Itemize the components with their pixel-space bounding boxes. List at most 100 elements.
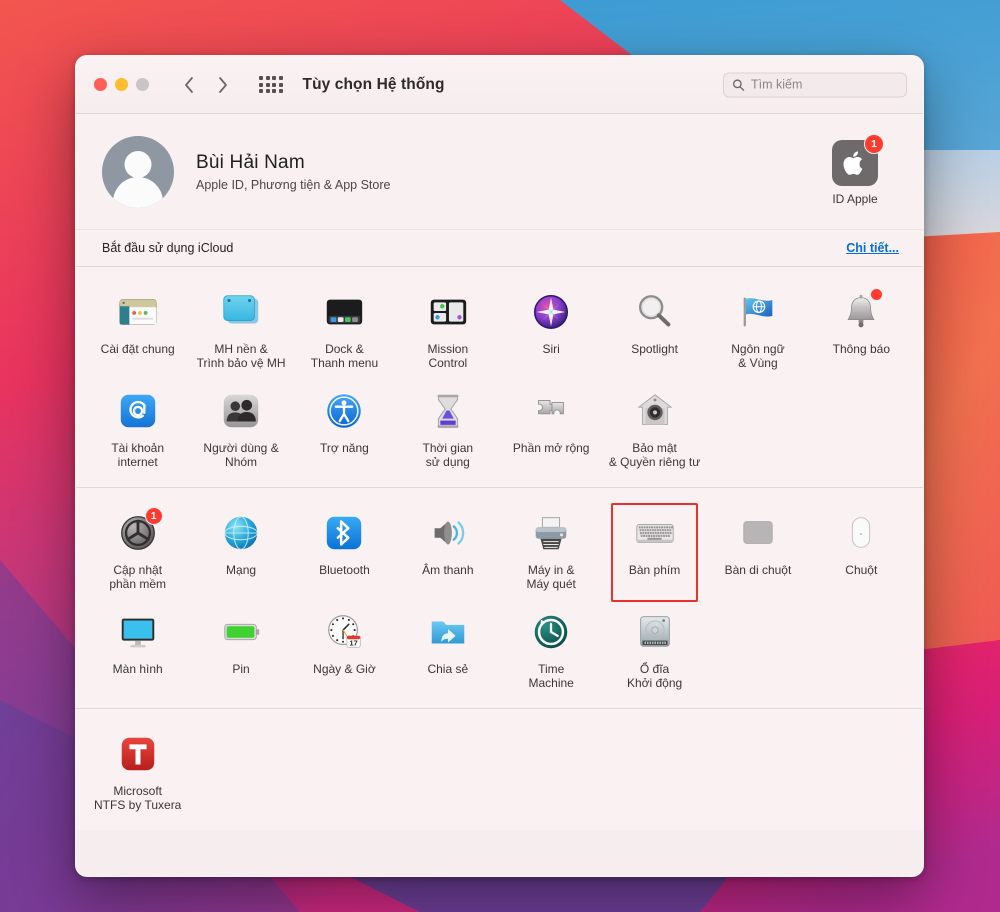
preferences-grid-hardware: 1 Cập nhật phần mềm Mạng Bluetooth Âm thanh M… [86, 502, 913, 700]
notifications-bell-icon [838, 288, 884, 335]
mission-control-icon [425, 289, 471, 335]
pref-item-tuxera-ntfs[interactable]: Microsoft NTFS by Tuxera [86, 723, 189, 822]
pref-item-label: Âm thanh [422, 563, 474, 577]
pref-item-users-groups[interactable]: Người dùng & Nhóm [189, 380, 292, 479]
pref-item-dock-menubar[interactable]: Dock & Thanh menu [293, 281, 396, 380]
pref-item-time-machine[interactable]: Time Machine [500, 601, 603, 700]
grid-cell [265, 82, 270, 87]
grid-cell [272, 76, 276, 80]
pref-item-startup-disk[interactable]: Ổ đĩa Khởi động [603, 601, 706, 700]
pref-item-extensions-puzzle[interactable]: Phần mở rộng [500, 380, 603, 479]
screen-time-icon [425, 388, 471, 434]
startup-disk-icon [632, 609, 678, 655]
pref-item-software-update[interactable]: 1 Cập nhật phần mềm [86, 502, 189, 601]
pref-item-general[interactable]: Cài đặt chung [86, 281, 189, 380]
pref-item-label: Cập nhật phần mềm [109, 563, 167, 591]
sharing-folder-icon [425, 609, 471, 655]
section-third-party: Microsoft NTFS by Tuxera [76, 708, 923, 830]
pref-item-siri[interactable]: Siri [500, 281, 603, 380]
avatar-body [113, 176, 163, 208]
search-field[interactable]: Tìm kiếm [723, 72, 907, 97]
navigation-arrows [183, 76, 229, 94]
pref-item-printers-scanners[interactable]: Máy in & Máy quét [500, 502, 603, 601]
window-titlebar: Tùy chọn Hệ thống Tìm kiếm [76, 56, 923, 114]
battery-icon [218, 609, 264, 655]
siri-icon [528, 289, 574, 335]
accessibility-icon [321, 388, 367, 434]
grid-cell [278, 82, 283, 87]
pref-item-label: Bàn di chuột [724, 563, 792, 577]
grid-cell [265, 76, 270, 80]
search-icon [732, 78, 745, 91]
security-privacy-icon [632, 388, 678, 434]
pref-item-notifications-bell[interactable]: Thông báo [810, 281, 913, 380]
displays-icon [115, 609, 161, 655]
pref-item-label: Ngày & Giờ [313, 662, 376, 676]
pref-item-network-globe[interactable]: Mạng [189, 502, 292, 601]
traffic-lights [94, 78, 149, 91]
pref-item-mouse[interactable]: Chuột [810, 502, 913, 601]
icloud-details-link[interactable]: Chi tiết... [846, 241, 899, 255]
pref-item-desktop-screensaver[interactable]: MH nền & Trình bảo vệ MH [189, 281, 292, 380]
pref-item-bluetooth[interactable]: Bluetooth [293, 502, 396, 601]
pref-item-date-time-clock[interactable]: 17 Ngày & Giờ [293, 601, 396, 700]
apple-id-tile[interactable]: 1 ID Apple [817, 134, 893, 206]
pref-item-sharing-folder[interactable]: Chia sẻ [396, 601, 499, 700]
pref-item-label: Chuột [845, 563, 878, 577]
minimize-button[interactable] [115, 78, 128, 91]
pref-item-battery[interactable]: Pin [189, 601, 292, 700]
grid-cell [278, 89, 283, 93]
general-icon [115, 289, 161, 335]
pref-item-language-region[interactable]: Ngôn ngữ & Vùng [706, 281, 809, 380]
pref-item-security-privacy[interactable]: Bảo mật & Quyền riêng tư [603, 380, 706, 479]
forward-chevron-icon[interactable] [216, 76, 229, 94]
back-chevron-icon[interactable] [183, 76, 196, 94]
users-groups-icon [218, 388, 264, 434]
pref-item-screen-time[interactable]: Thời gian sử dụng [396, 380, 499, 479]
apple-id-notification-badge: 1 [864, 134, 884, 154]
pref-item-label: Trợ năng [320, 441, 369, 455]
window-title: Tùy chọn Hệ thống [302, 75, 445, 93]
pref-item-mission-control[interactable]: Mission Control [396, 281, 499, 380]
printers-scanners-icon [528, 510, 574, 556]
pref-item-label: Người dùng & Nhóm [203, 441, 279, 469]
apple-id-icon-wrap: 1 [832, 134, 884, 186]
extensions-puzzle-icon [528, 388, 574, 434]
pref-item-label: Mission Control [427, 342, 469, 370]
apple-id-section[interactable]: Bùi Hải Nam Apple ID, Phương tiện & App … [76, 114, 923, 229]
icloud-banner-text: Bắt đầu sử dụng iCloud [102, 241, 234, 255]
pref-item-displays[interactable]: Màn hình [86, 601, 189, 700]
pref-item-keyboard[interactable]: Bàn phím [603, 502, 706, 602]
close-button[interactable] [94, 78, 107, 91]
svg-text:17: 17 [350, 639, 359, 648]
icloud-banner: Bắt đầu sử dụng iCloud Chi tiết... [76, 229, 923, 267]
pref-item-trackpad[interactable]: Bàn di chuột [706, 502, 809, 601]
user-avatar-icon[interactable] [102, 135, 174, 208]
grid-cell [259, 82, 263, 87]
grid-cell [259, 89, 263, 93]
pref-item-label: Ngôn ngữ & Vùng [731, 342, 785, 370]
tuxera-ntfs-icon [115, 731, 161, 777]
pref-item-internet-accounts[interactable]: Tài khoản internet [86, 380, 189, 479]
pref-item-label: Bluetooth [319, 563, 370, 577]
pref-item-label: Mạng [226, 563, 257, 577]
pref-item-label: Bảo mật & Quyền riêng tư [608, 441, 701, 469]
internet-accounts-icon [115, 388, 161, 434]
zoom-button[interactable] [136, 78, 149, 91]
pref-item-accessibility[interactable]: Trợ năng [293, 380, 396, 479]
pref-item-label: Tài khoản internet [111, 441, 165, 469]
dock-menubar-icon [321, 289, 367, 335]
section-personal-settings: Cài đặt chung MH nền & Trình bảo vệ MH Doc… [76, 267, 923, 487]
pref-item-label: Phần mở rộng [512, 441, 590, 455]
apple-id-tile-label: ID Apple [832, 192, 878, 206]
spotlight-icon [632, 289, 678, 335]
pref-item-label: Thông báo [832, 342, 890, 356]
pref-item-label: Spotlight [631, 342, 678, 356]
user-name: Bùi Hải Nam [196, 151, 305, 173]
pref-item-sound-speaker[interactable]: Âm thanh [396, 502, 499, 601]
grid-cell [278, 76, 283, 80]
keyboard-icon [632, 510, 678, 556]
pref-item-spotlight[interactable]: Spotlight [603, 281, 706, 380]
avatar-head [124, 150, 152, 178]
show-all-grid-icon[interactable] [259, 76, 283, 93]
